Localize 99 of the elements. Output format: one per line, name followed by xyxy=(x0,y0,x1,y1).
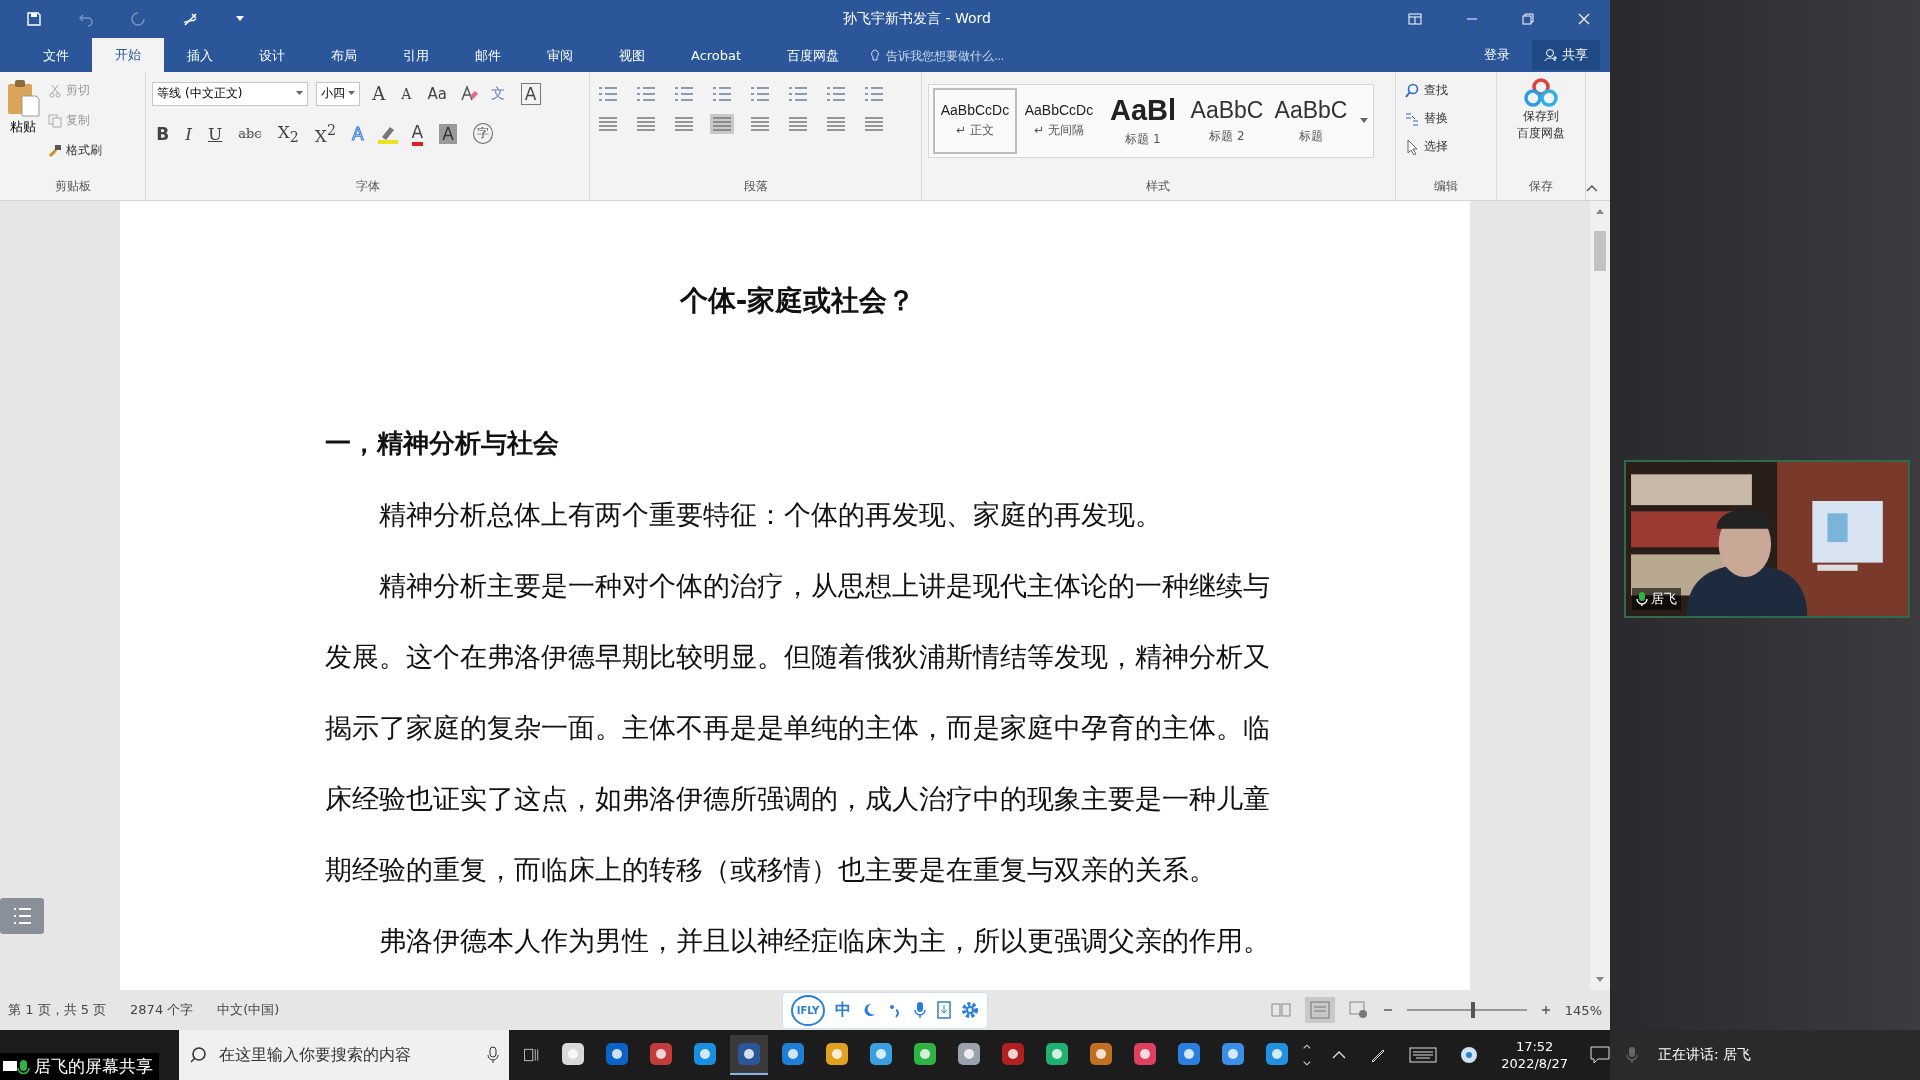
clock[interactable]: 17:52 2022/8/27 xyxy=(1501,1038,1568,1072)
style-option[interactable]: AaBbCcDc ↵ 正文 xyxy=(933,87,1017,154)
app-icon[interactable] xyxy=(729,1035,768,1075)
restore-icon[interactable] xyxy=(1522,13,1534,25)
document-title: 个体-家庭或社会？ xyxy=(678,282,917,319)
find-button[interactable]: 查找 xyxy=(1401,77,1490,104)
font-format-button[interactable]: B xyxy=(152,119,174,148)
zoom-in-icon[interactable] xyxy=(1540,1005,1551,1015)
dropdown-icon[interactable] xyxy=(236,16,244,22)
group-label: 字体 xyxy=(354,177,381,195)
ribbon-display-icon[interactable] xyxy=(1408,13,1422,25)
font-format-button[interactable]: I xyxy=(181,119,196,148)
replace-icon xyxy=(1403,110,1420,127)
style-option[interactable]: AaBbC 标题 2 xyxy=(1185,87,1269,154)
group-label: 段落 xyxy=(742,177,769,195)
word-count[interactable]: 2874 个字 xyxy=(130,1001,194,1019)
zoom-slider-thumb[interactable] xyxy=(1470,1002,1475,1018)
tell-me-input[interactable]: 告诉我您想要做什么... xyxy=(884,47,1089,64)
more-icon[interactable] xyxy=(1359,116,1369,125)
group-label: 样式 xyxy=(1145,177,1172,195)
pen-icon[interactable] xyxy=(182,11,200,27)
ribbon-tab[interactable]: 百度网盘 xyxy=(764,39,863,72)
speaking-status: 正在讲话: 居飞 xyxy=(1658,1046,1752,1064)
vertical-scrollbar[interactable] xyxy=(1590,200,1610,991)
replace-button[interactable]: 替换 xyxy=(1401,105,1490,132)
ribbon-tab[interactable]: 插入 xyxy=(164,39,236,72)
clipboard-icon xyxy=(6,77,40,118)
font-format-button[interactable]: U xyxy=(203,119,227,148)
search-icon xyxy=(1403,82,1420,99)
ime-mode-toggle[interactable]: 中 xyxy=(835,999,852,1021)
style-option[interactable]: AaBbCcDc ↵ 无间隔 xyxy=(1017,87,1101,154)
copy-icon xyxy=(48,113,62,128)
caret-icon xyxy=(348,91,356,97)
ribbon-tab[interactable]: 引用 xyxy=(380,39,452,72)
group-label: 剪贴板 xyxy=(53,177,92,195)
page-count[interactable]: 第 1 页，共 5 页 xyxy=(8,1001,107,1019)
collapse-ribbon-icon[interactable] xyxy=(1586,183,1598,192)
close-icon[interactable] xyxy=(1578,13,1590,25)
font-name-field[interactable]: 等线 (中文正文) xyxy=(152,81,309,106)
screen-microphone-icon xyxy=(2,1058,32,1075)
notification-icon[interactable] xyxy=(1590,1046,1610,1064)
ribbon-tab[interactable]: 审阅 xyxy=(524,39,596,72)
ribbon-tab[interactable]: Acrobat xyxy=(668,39,765,72)
scroll-thumb[interactable] xyxy=(1594,230,1606,271)
ribbon-tab[interactable]: 布局 xyxy=(308,39,380,72)
share-button[interactable]: 共享 xyxy=(1532,39,1600,70)
language-indicator[interactable]: 中文(中国) xyxy=(217,1001,280,1019)
search-icon[interactable] xyxy=(189,1046,207,1064)
window-title: 孙飞宇新书发言 - Word xyxy=(842,10,992,28)
paintbrush-icon xyxy=(48,143,62,158)
participant-name-label: 居飞 xyxy=(1632,588,1681,610)
navigation-pane-icon[interactable] xyxy=(0,898,44,935)
font-format-button[interactable]: 文 xyxy=(486,79,509,108)
microphone-icon xyxy=(1636,591,1648,607)
chevron-up-icon[interactable] xyxy=(1331,1050,1348,1060)
section-heading: 一，精神分析与社会 xyxy=(325,426,560,460)
ime-logo[interactable]: IFLY xyxy=(790,994,826,1026)
style-option[interactable]: AaBl 标题 1 xyxy=(1101,87,1185,154)
lightbulb-icon xyxy=(870,48,881,63)
save-to-cloud-button[interactable]: 保存到 百度网盘 xyxy=(1517,77,1565,178)
select-button[interactable]: 选择 xyxy=(1401,133,1490,160)
microphone-icon[interactable] xyxy=(487,1046,500,1064)
person-icon xyxy=(1544,47,1558,62)
search-box[interactable]: 在这里输入你要搜索的内容 xyxy=(179,1030,510,1080)
ribbon-tab[interactable]: 开始 xyxy=(92,37,164,72)
network-icon[interactable] xyxy=(1459,1045,1480,1065)
ribbon-tab[interactable]: 邮件 xyxy=(452,39,524,72)
paste-button[interactable]: 粘贴 xyxy=(6,77,40,158)
settings-icon[interactable] xyxy=(961,1001,980,1019)
rings-logo-icon xyxy=(1523,77,1559,108)
ribbon-tab[interactable]: 文件 xyxy=(20,39,92,72)
scissors-icon xyxy=(48,83,62,98)
format-painter-button[interactable]: 格式刷 xyxy=(46,137,104,164)
zoom-level[interactable]: 145% xyxy=(1564,1002,1602,1018)
sign-in-link[interactable]: 登录 xyxy=(1484,45,1510,64)
keyboard-icon[interactable] xyxy=(1409,1047,1438,1063)
ribbon-tab[interactable]: 设计 xyxy=(236,39,308,72)
font-format-button[interactable]: A xyxy=(407,119,428,148)
ribbon-tab[interactable]: 视图 xyxy=(596,39,668,72)
search-field[interactable]: 在这里输入你要搜索的内容 xyxy=(217,1045,478,1065)
font-format-button[interactable]: Aa xyxy=(423,79,451,108)
group-label: 保存 xyxy=(1528,177,1554,195)
task-view-icon[interactable] xyxy=(523,1046,540,1064)
screen-share-label: 居飞的屏幕共享 xyxy=(0,1053,159,1080)
save-icon[interactable] xyxy=(26,11,42,27)
web-layout-icon[interactable] xyxy=(1348,1001,1369,1019)
document-icon[interactable] xyxy=(937,1001,952,1019)
font-format-button[interactable]: X$_{2}$ xyxy=(273,119,303,148)
body-paragraph: 弗洛伊德本人作为男性，并且以神经症临床为主，所以更强调父亲的作用。 xyxy=(378,923,1270,958)
caret-icon xyxy=(296,91,304,97)
group-label: 编辑 xyxy=(1432,177,1459,195)
font-size-field[interactable]: 小四 xyxy=(316,81,361,106)
font-format-button[interactable]: A xyxy=(397,79,416,108)
body-paragraph: 精神分析主要是一种对个体的治疗，从思想上讲是现代主体论的一种继续与发展。这个在弗洛伊德早期比较明显。但随着俄狄浦斯情结等发现，精神分析又揭示了家庭的复杂一面。主体不再是是单纯的主体，而是家庭中孕育的主体。临床经验也证实了这点，如弗洛伊德所强调的，成人治疗中的现象主要是一种儿童期经验的重复，而临床上的转移（或移情）也主要是在重复与双亲的关系。 xyxy=(325,568,1270,887)
style-option[interactable]: AaBbC 标题 xyxy=(1269,87,1353,154)
body-paragraph: 精神分析总体上有两个重要特征：个体的再发现、家庭的再发现。 xyxy=(378,497,1163,532)
font-format-button[interactable]: A xyxy=(368,79,390,108)
align-icon[interactable] xyxy=(710,113,735,134)
font-format-button[interactable]: X$^{2}$ xyxy=(310,119,340,148)
